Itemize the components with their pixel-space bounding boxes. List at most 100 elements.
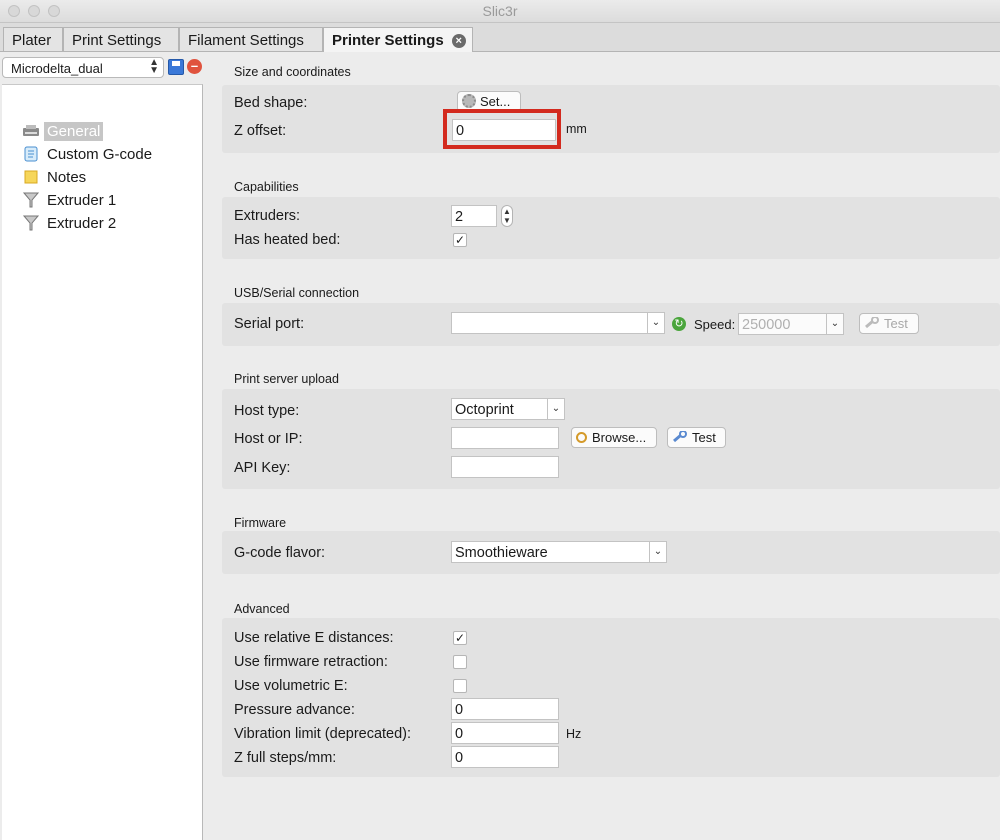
vibration-limit-label: Vibration limit (deprecated): [234,726,412,742]
z-offset-highlight [443,109,561,149]
gcode-flavor-label: G-code flavor: [234,545,326,561]
settings-page: Size and coordinates Bed shape: Set... Z… [222,52,1000,840]
host-test-button[interactable]: Test [667,427,726,448]
chevron-down-icon: ⌄ [647,313,664,333]
api-key-input[interactable] [451,456,559,478]
panel-print-server: Host type: Octoprint ⌄ Host or IP: Browse… [222,389,1000,489]
title-bar: Slic3r [0,0,1000,23]
panel-advanced: Use relative E distances: ✓ Use firmware… [222,618,1000,777]
heated-bed-checkbox[interactable]: ✓ [453,233,467,247]
extruders-label: Extruders: [234,208,301,224]
tab-filament-settings[interactable]: Filament Settings [179,27,323,51]
page-tree: General Custom G-code Notes Extruder 1 E… [2,84,203,840]
host-type-label: Host type: [234,403,300,419]
tree-item-general[interactable]: General [22,122,104,145]
speed-label: Speed: [694,317,736,332]
host-input[interactable] [451,427,559,449]
wrench-icon [865,317,879,329]
note-icon [24,170,38,184]
tree-item-extruder-2[interactable]: Extruder 2 [22,215,119,237]
tab-label: Filament Settings [188,32,304,49]
section-title-size: Size and coordinates [234,65,351,79]
volumetric-e-label: Use volumetric E: [234,678,348,694]
chevron-down-icon: ⌄ [547,399,564,419]
z-offset-unit: mm [566,122,587,136]
vibration-limit-input[interactable]: 0 [451,722,559,744]
preset-value: Microdelta_dual [11,61,103,76]
search-icon [576,432,587,443]
panel-usb: Serial port: ⌄ ↻ Speed: 250000 ⌄ Test [222,303,1000,346]
tree-item-label: Extruder 1 [47,192,117,209]
button-label: Set... [480,94,511,109]
save-preset-icon[interactable] [168,59,184,75]
button-label: Browse... [592,430,647,445]
z-full-steps-input[interactable]: 0 [451,746,559,768]
tree-item-label: Notes [47,169,87,186]
chevron-down-icon: ⌄ [826,314,843,334]
refresh-icon[interactable]: ↻ [672,317,686,331]
script-icon [24,146,38,162]
close-tab-icon[interactable]: × [451,34,466,48]
relative-e-checkbox[interactable]: ✓ [453,631,467,645]
panel-size: Bed shape: Set... Z offset: 0 mm [222,85,1000,153]
serial-port-select[interactable]: ⌄ [451,312,665,334]
tab-printer-settings[interactable]: Printer Settings × [323,27,473,52]
tab-label: Print Settings [72,32,162,49]
vibration-limit-unit: Hz [566,727,582,741]
funnel-icon [22,215,40,231]
tab-bar: Plater Print Settings Filament Settings … [0,23,1000,52]
section-title-print-server: Print server upload [234,372,339,386]
gcode-flavor-select[interactable]: Smoothieware ⌄ [451,541,667,563]
section-title-firmware: Firmware [234,516,287,530]
serial-test-button[interactable]: Test [859,313,919,334]
tree-item-label: General [44,122,104,141]
section-title-usb: USB/Serial connection [234,286,360,300]
preset-select[interactable]: Microdelta_dual ▲ ▼ [2,57,164,78]
tab-label: Plater [12,32,52,49]
extruders-stepper[interactable]: ▲ ▼ [501,205,513,227]
section-title-advanced: Advanced [234,602,290,616]
pressure-advance-input[interactable]: 0 [451,698,559,720]
tree-item-extruder-1[interactable]: Extruder 1 [22,192,119,214]
delete-preset-icon[interactable]: – [187,59,202,74]
browse-button[interactable]: Browse... [571,427,657,448]
z-offset-label: Z offset: [234,123,287,139]
firmware-retraction-label: Use firmware retraction: [234,654,388,670]
volumetric-e-checkbox[interactable] [453,679,467,693]
speed-select[interactable]: 250000 ⌄ [738,313,844,335]
tab-plater[interactable]: Plater [3,27,63,51]
gcode-flavor-value: Smoothieware [455,545,548,561]
host-type-select[interactable]: Octoprint ⌄ [451,398,565,420]
serial-port-label: Serial port: [234,316,305,332]
relative-e-label: Use relative E distances: [234,630,394,646]
tree-item-notes[interactable]: Notes [22,169,89,191]
panel-capabilities: Extruders: 2 ▲ ▼ Has heated bed: ✓ [222,197,1000,259]
z-full-steps-label: Z full steps/mm: [234,750,337,766]
extruders-input[interactable]: 2 [451,205,497,227]
tree-item-custom-gcode[interactable]: Custom G-code [22,146,155,168]
heated-bed-label: Has heated bed: [234,232,341,248]
tab-label: Printer Settings [332,32,444,49]
wrench-icon [673,431,687,443]
funnel-icon [22,192,40,208]
firmware-retraction-checkbox[interactable] [453,655,467,669]
panel-firmware: G-code flavor: Smoothieware ⌄ [222,531,1000,574]
host-type-value: Octoprint [455,402,514,418]
speed-value: 250000 [742,317,791,333]
tree-item-label: Extruder 2 [47,215,117,232]
sidebar: Microdelta_dual ▲ ▼ – General Custom G-co… [0,52,203,840]
host-label: Host or IP: [234,431,303,447]
gear-icon [462,94,476,108]
api-key-label: API Key: [234,460,291,476]
bed-shape-label: Bed shape: [234,95,308,111]
pressure-advance-label: Pressure advance: [234,702,355,718]
window-title: Slic3r [482,3,518,19]
chevron-down-icon: ⌄ [649,542,666,562]
tab-print-settings[interactable]: Print Settings [63,27,179,51]
section-title-capabilities: Capabilities [234,180,299,194]
tree-item-label: Custom G-code [47,146,153,163]
button-label: Test [692,430,716,445]
printer-icon [23,125,39,136]
updown-chevron-icon: ▲ ▼ [149,57,159,76]
button-label: Test [884,316,908,331]
